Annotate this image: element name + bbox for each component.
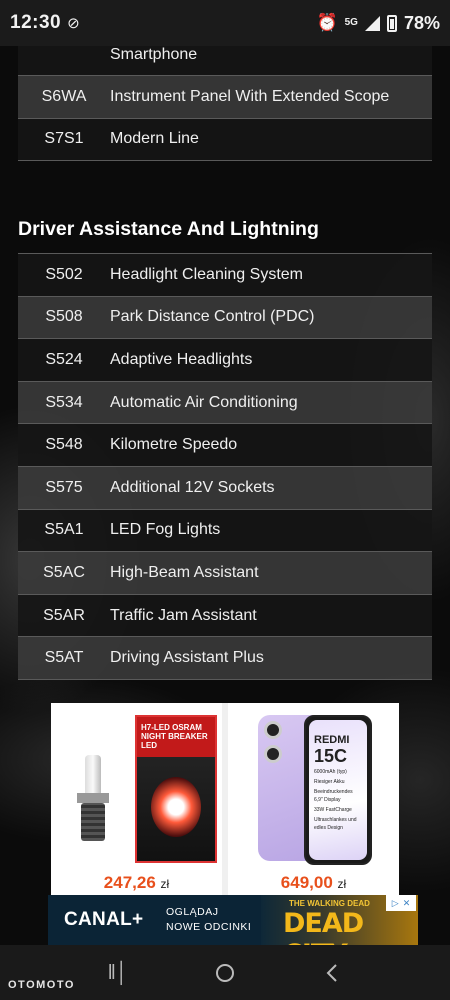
table-row: S7S1 Modern Line <box>18 118 432 162</box>
driver-assistance-table: S502 Headlight Cleaning System S508 Park… <box>18 253 432 680</box>
network-type: 5G <box>344 17 358 28</box>
signal-icon <box>364 15 380 31</box>
status-time: 12:30 <box>10 12 62 33</box>
price-currency: zł <box>337 877 347 891</box>
option-code: S5A1 <box>44 521 84 539</box>
product-price: 247,26 zł <box>51 873 222 893</box>
price-currency: zł <box>160 877 170 891</box>
option-code: S5AT <box>44 649 84 667</box>
table-row: S502 Headlight Cleaning System <box>18 254 432 297</box>
option-code: S548 <box>45 436 83 454</box>
product-card-phone[interactable]: REDMI 15C 6000mAh (typ) Riesiger Akku Be… <box>228 703 399 895</box>
option-description: Driving Assistant Plus <box>110 649 264 667</box>
phone-spec: Ultraschlankes und edles Design <box>314 817 357 831</box>
ad-choices-icon[interactable]: ▷ ✕ <box>386 895 416 911</box>
phone-model: 15C <box>314 746 348 766</box>
option-description: High-Beam Assistant <box>110 563 259 581</box>
ad-tagline: OGLĄDAJ NOWE ODCINKI <box>166 905 261 935</box>
table-row: S548 Kilometre Speedo <box>18 424 432 467</box>
option-description: Park Distance Control (PDC) <box>110 308 315 326</box>
product-price: 649,00 zł <box>228 873 399 893</box>
led-box-image: H7-LED OSRAM NIGHT BREAKER LED <box>135 715 217 863</box>
option-description: Additional 12V Sockets <box>110 478 275 496</box>
option-description: Modern Line <box>110 130 199 148</box>
phone-spec: 33W FastCharge <box>314 807 352 813</box>
otomoto-logo: OTOMOTO <box>8 979 75 991</box>
ad-close-icon[interactable]: ✕ <box>403 898 411 909</box>
ad-choices-arrow-icon: ▷ <box>391 897 399 908</box>
canal-plus-ad[interactable]: CANAL+ OGLĄDAJ NOWE ODCINKI THE WALKING … <box>48 895 418 945</box>
option-description: Smartphone <box>110 45 198 63</box>
table-row: S575 Additional 12V Sockets <box>18 466 432 510</box>
phone-spec: Riesiger Akku <box>314 779 345 785</box>
battery-icon <box>386 14 397 32</box>
price-value: 649,00 <box>280 873 333 892</box>
ad-tagline-line1: OGLĄDAJ <box>166 906 219 918</box>
option-code: S524 <box>45 350 83 368</box>
status-bar: 12:30 ⊘ ⏰ 5G 78% <box>0 0 450 46</box>
status-right: ⏰ 5G 78% <box>316 13 440 34</box>
ad-tagline-line2: NOWE ODCINKI <box>166 921 252 933</box>
product-ad-banner[interactable]: H7-LED OSRAM NIGHT BREAKER LED 247,26 zł… <box>51 703 399 895</box>
show-artwork: THE WALKING DEAD DEAD CITY ▷ ✕ <box>261 895 418 945</box>
option-code: S534 <box>45 393 83 411</box>
product-card-led-bulb[interactable]: H7-LED OSRAM NIGHT BREAKER LED 247,26 zł <box>51 703 228 895</box>
option-code: S5AC <box>43 563 85 581</box>
option-description: Adaptive Headlights <box>110 350 253 368</box>
option-code: S575 <box>45 478 83 496</box>
option-description: Instrument Panel With Extended Scope <box>110 87 390 105</box>
equipment-table-top: Smartphone S6WA Instrument Panel With Ex… <box>18 33 432 162</box>
alarm-icon: ⏰ <box>316 13 338 32</box>
box-label: H7-LED OSRAM NIGHT BREAKER LED <box>141 723 208 750</box>
section-title: Driver Assistance And Lightning <box>18 218 319 240</box>
table-row: S5AC High-Beam Assistant <box>18 552 432 595</box>
canal-plus-logo: CANAL+ <box>64 909 144 930</box>
phone-front-image: REDMI 15C 6000mAh (typ) Riesiger Akku Be… <box>304 715 372 865</box>
led-bulb-image <box>73 755 113 845</box>
recents-icon[interactable]: ‖│ <box>106 961 130 985</box>
option-code: S7S1 <box>44 130 84 148</box>
table-row: S5AR Traffic Jam Assistant <box>18 594 432 638</box>
back-icon[interactable] <box>320 961 344 985</box>
option-code: S502 <box>45 265 83 283</box>
price-value: 247,26 <box>103 873 156 892</box>
table-row: S524 Adaptive Headlights <box>18 339 432 382</box>
option-description: Traffic Jam Assistant <box>110 606 257 624</box>
data-saver-icon: ⊘ <box>67 15 80 32</box>
option-description: Kilometre Speedo <box>110 436 238 454</box>
option-description: Headlight Cleaning System <box>110 265 303 283</box>
option-code: S6WA <box>41 87 87 105</box>
option-code: S5AR <box>43 606 85 624</box>
table-row: S5A1 LED Fog Lights <box>18 509 432 553</box>
option-description: Automatic Air Conditioning <box>110 393 298 411</box>
phone-spec: Beeindruckendes 6,9" Display <box>314 789 353 803</box>
battery-percent: 78% <box>403 12 440 33</box>
phone-brand: REDMI <box>314 734 350 746</box>
show-subtitle: THE WALKING DEAD <box>289 899 370 908</box>
system-nav-bar: OTOMOTO ‖│ <box>0 945 450 1000</box>
table-row: S534 Automatic Air Conditioning <box>18 381 432 425</box>
phone-spec: 6000mAh (typ) <box>314 769 347 775</box>
table-row: S6WA Instrument Panel With Extended Scop… <box>18 76 432 119</box>
show-title: DEAD CITY <box>283 908 364 945</box>
table-row: S508 Park Distance Control (PDC) <box>18 296 432 340</box>
option-code: S508 <box>45 308 83 326</box>
home-icon[interactable] <box>213 961 237 985</box>
table-row: S5AT Driving Assistant Plus <box>18 637 432 680</box>
option-description: LED Fog Lights <box>110 521 221 539</box>
